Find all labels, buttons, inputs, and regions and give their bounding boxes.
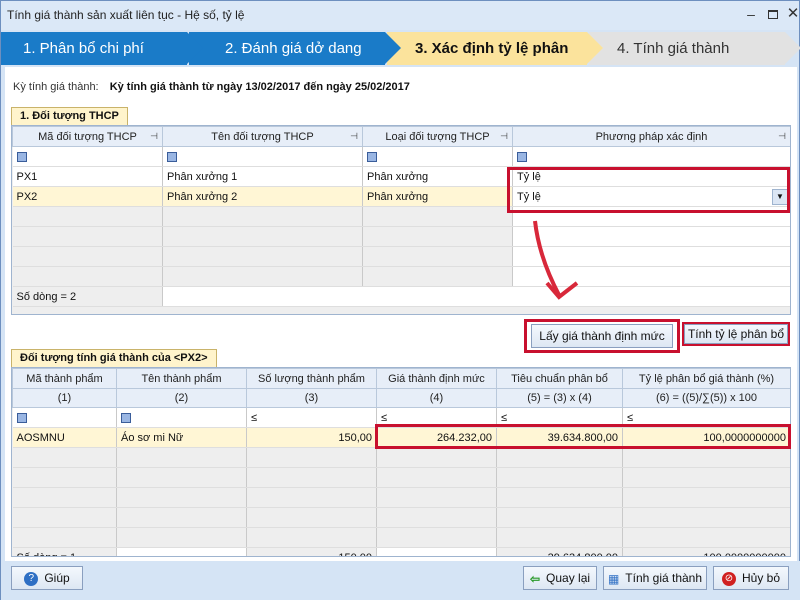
back-button[interactable]: ⇦ Quay lại — [523, 566, 597, 590]
products-grid: Mã thành phẩm Tên thành phẩm Số lượng th… — [11, 367, 791, 557]
period-info: Kỳ tính giá thành: Kỳ tính giá thành từ … — [13, 81, 410, 93]
cell-code: PX1 — [12, 166, 163, 187]
col-thcp-name[interactable]: Tên đối tượng THCP ⊣ — [162, 126, 363, 147]
period-value: Kỳ tính giá thành từ ngày 13/02/2017 đến… — [109, 81, 410, 93]
col-thcp-code[interactable]: Mã đối tượng THCP ⊣ — [12, 126, 163, 147]
filter-operator: ≤ — [381, 411, 388, 424]
step-calculate-cost[interactable]: 4. Tính giá thành — [589, 32, 800, 65]
col-norm-cost[interactable]: Giá thành định mức — [376, 368, 497, 389]
calc-label: Tính giá thành — [625, 571, 703, 585]
help-button[interactable]: ? Giúp — [11, 566, 83, 590]
filter-icon — [167, 151, 177, 162]
row-count: Số dòng = 1 — [12, 547, 117, 556]
col-allocation-std[interactable]: Tiêu chuẩn phân bổ — [496, 368, 623, 389]
calculator-icon: ▦ — [607, 571, 620, 586]
filter-row — [12, 146, 790, 167]
subheader: (4) — [376, 388, 497, 408]
filter-cell[interactable] — [162, 146, 363, 167]
step-label: 4. Tính giá thành — [617, 40, 730, 57]
col-quantity[interactable]: Số lượng thành phẩm — [246, 368, 377, 389]
sum-ratio: 100,0000000000 — [622, 547, 790, 556]
step-determine-ratio[interactable]: 3. Xác định tỷ lệ phân bổ — [387, 32, 603, 90]
cancel-label: Hủy bỏ — [741, 571, 781, 585]
pin-icon: ⊣ — [150, 131, 158, 141]
help-icon: ? — [24, 571, 39, 586]
filter-cell[interactable] — [512, 146, 790, 167]
col-product-code[interactable]: Mã thành phẩm — [12, 368, 117, 389]
content-area: Kỳ tính giá thành: Kỳ tính giá thành từ … — [5, 67, 797, 599]
pin-icon: ⊣ — [350, 131, 358, 141]
products-tab[interactable]: Đối tượng tính giá thành của <PX2> — [11, 349, 217, 367]
sum-qty: 150,00 — [246, 547, 377, 556]
cell-type: Phân xưởng — [362, 186, 513, 207]
col-thcp-method[interactable]: Phương pháp xác định ⊣ — [512, 126, 790, 147]
wizard-steps: 1. Phân bổ chi phí chung 2. Đánh giá dở … — [1, 32, 800, 90]
get-norm-cost-button[interactable]: Lấy giá thành định mức — [531, 324, 673, 348]
sum-std: 39.634.800,00 — [496, 547, 623, 556]
highlight-method — [507, 167, 790, 213]
step-allocate-overhead[interactable]: 1. Phân bổ chi phí chung — [1, 32, 203, 90]
dialog-window: Tính giá thành sản xuất liên tục - Hệ số… — [0, 0, 800, 600]
subheader: (5) = (3) x (4) — [496, 388, 623, 408]
filter-cell[interactable] — [116, 407, 247, 428]
thcp-grid: Mã đối tượng THCP ⊣ Tên đối tượng THCP ⊣ L… — [11, 125, 791, 315]
step-evaluate-wip[interactable]: 2. Đánh giá dở dang — [189, 32, 401, 65]
cell-name: Phân xưởng 2 — [162, 186, 363, 207]
row-count: Số dòng = 2 — [12, 286, 163, 307]
footer-bar: ? Giúp ⇦ Quay lại ▦ Tính giá thành ⊘ Hủy bỏ — [1, 561, 800, 600]
filter-icon — [367, 151, 377, 162]
cell-code: PX2 — [12, 186, 163, 207]
grid-footer: Số dòng = 2 — [12, 286, 790, 307]
cancel-icon: ⊘ — [721, 571, 736, 586]
grid-footer: Số dòng = 1 150,00 39.634.800,00 100,000… — [12, 547, 790, 556]
pointer-arrow — [533, 220, 579, 300]
col-allocation-ratio[interactable]: Tỷ lệ phân bổ giá thành (%) — [622, 368, 790, 389]
filter-operator: ≤ — [251, 411, 258, 424]
cell-qty: 150,00 — [246, 427, 377, 448]
filter-operator: ≤ — [501, 411, 508, 424]
subheader: (3) — [246, 388, 377, 408]
pin-icon: ⊣ — [778, 131, 786, 141]
calc-ratio-button[interactable]: Tính tỷ lệ phân bổ — [684, 324, 788, 344]
back-label: Quay lại — [546, 571, 591, 585]
cell-code: AOSMNU — [12, 427, 117, 448]
close-button[interactable]: ✕ — [783, 6, 800, 24]
filter-icon — [16, 151, 27, 162]
cancel-button[interactable]: ⊘ Hủy bỏ — [713, 566, 789, 590]
period-label: Kỳ tính giá thành: — [13, 81, 99, 93]
step-label: 2. Đánh giá dở dang — [225, 40, 362, 57]
subheader: (2) — [116, 388, 247, 408]
col-thcp-type[interactable]: Loại đối tượng THCP ⊣ — [362, 126, 513, 147]
pin-icon: ⊣ — [500, 131, 508, 141]
cell-name: Phân xưởng 1 — [162, 166, 363, 187]
subheader: (1) — [12, 388, 117, 408]
filter-cell[interactable] — [12, 146, 163, 167]
col-product-name[interactable]: Tên thành phẩm — [116, 368, 247, 389]
calculate-cost-button[interactable]: ▦ Tính giá thành — [603, 566, 707, 590]
filter-icon — [16, 412, 27, 423]
window-title: Tính giá thành sản xuất liên tục - Hệ số… — [7, 8, 245, 22]
subheader: (6) = ((5)/∑(5)) x 100 — [622, 388, 790, 408]
filter-icon — [517, 151, 527, 162]
filter-icon — [121, 412, 131, 423]
minimize-button[interactable]: – — [741, 6, 761, 24]
help-label: Giúp — [44, 571, 70, 585]
cell-name: Áo sơ mi Nữ — [116, 427, 247, 448]
filter-cell[interactable] — [362, 146, 513, 167]
filter-cell[interactable]: ≤ — [246, 407, 377, 428]
thcp-tab[interactable]: 1. Đối tượng THCP — [11, 107, 128, 125]
back-arrow-icon: ⇦ — [529, 571, 541, 586]
title-bar: Tính giá thành sản xuất liên tục - Hệ số… — [1, 1, 799, 30]
filter-cell[interactable] — [12, 407, 117, 428]
highlight-product-values — [375, 424, 791, 449]
cell-type: Phân xưởng — [362, 166, 513, 187]
filter-operator: ≤ — [627, 411, 634, 424]
maximize-button[interactable] — [763, 6, 783, 24]
